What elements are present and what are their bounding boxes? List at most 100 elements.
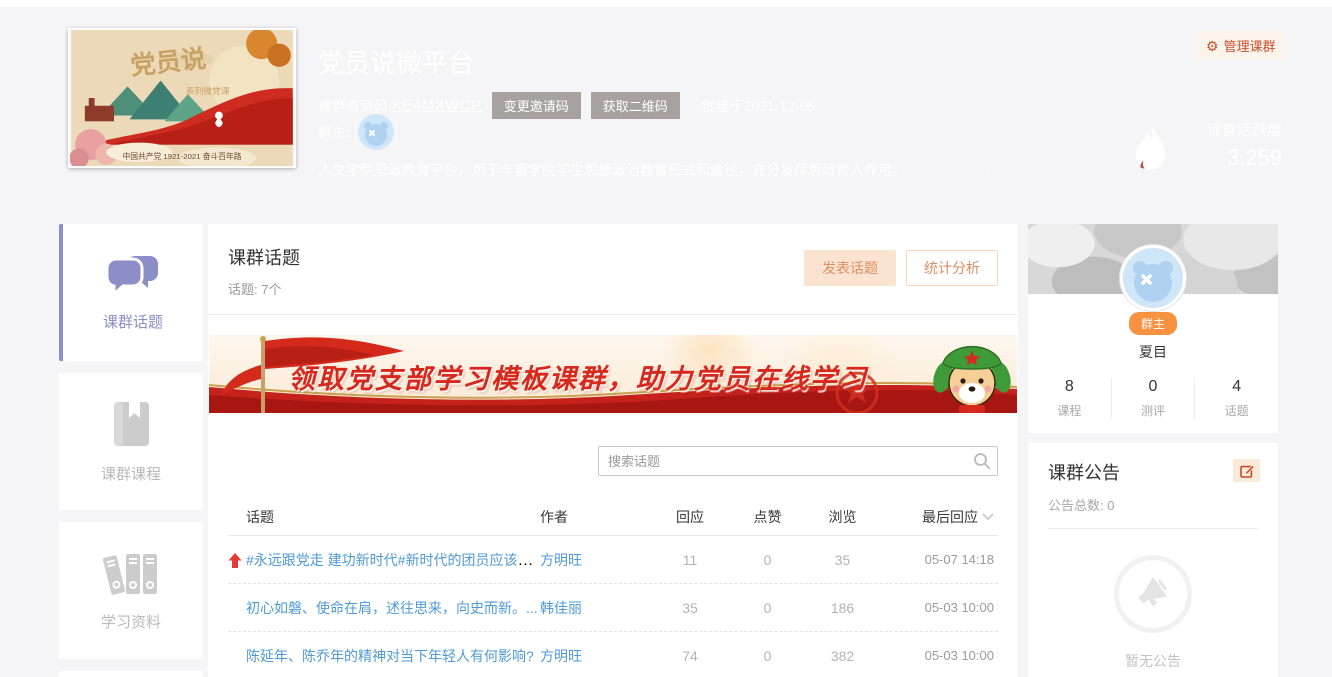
chat-bubbles-icon <box>105 253 161 297</box>
invite-code-label: 课群邀请码: <box>318 96 392 116</box>
book-icon <box>105 399 157 449</box>
owner-row: 群主: <box>318 114 394 150</box>
manage-group-label: 管理课群 <box>1224 36 1276 55</box>
topic-author[interactable]: 方明旺 <box>540 550 650 570</box>
topic-last-reply: 05-07 14:18 <box>880 552 998 567</box>
col-author: 作者 <box>540 507 650 527</box>
topic-replies: 35 <box>650 600 730 616</box>
col-likes: 点赞 <box>730 507 805 527</box>
announcements-title: 课群公告 <box>1048 459 1258 485</box>
change-invite-code-button[interactable]: 变更邀请码 <box>492 92 581 119</box>
binders-icon <box>102 549 160 597</box>
bear-avatar-icon <box>1123 248 1183 308</box>
cover-image: 党员说 系列微党课 中国共产党 1921-2021 奋斗百年路 <box>68 28 296 168</box>
topic-replies: 74 <box>650 648 730 664</box>
stats-analysis-button[interactable]: 统计分析 <box>906 250 998 286</box>
col-replies: 回应 <box>650 507 730 527</box>
activity-text: 课群活跃度 3,259 <box>1182 119 1282 171</box>
group-header: 党员说 系列微党课 中国共产党 1921-2021 奋斗百年路 党员说微平台 课… <box>0 7 1332 203</box>
topic-author[interactable]: 方明旺 <box>540 646 650 666</box>
topic-replies: 11 <box>650 552 730 568</box>
owner-name: 夏目 <box>1028 342 1278 362</box>
manage-group-button[interactable]: ⚙ 管理课群 <box>1196 31 1286 60</box>
sidebar-item-label: 学习资料 <box>101 611 161 632</box>
topic-last-reply: 05-03 10:00 <box>880 600 998 615</box>
search-box <box>598 446 998 476</box>
sidebar-item-label: 课群课程 <box>101 463 161 484</box>
get-qr-code-button[interactable]: 获取二维码 <box>591 92 680 119</box>
owner-avatar[interactable] <box>358 114 394 150</box>
edit-announcement-button[interactable] <box>1233 459 1260 482</box>
announcements-empty-state: 暂无公告 <box>1048 555 1258 671</box>
table-row: 初心如磐、使命在肩，述往思来，向史而新。... 韩佳丽 35 0 186 05-… <box>228 584 998 632</box>
search-icon[interactable] <box>973 452 991 470</box>
owner-badge: 群主 <box>1129 312 1177 335</box>
svg-text:系列微党课: 系列微党课 <box>186 85 230 96</box>
topic-views: 35 <box>805 552 880 568</box>
topic-likes: 0 <box>730 552 805 568</box>
sidebar: 课群话题 课群课程 <box>59 224 203 677</box>
table-header: 话题 作者 回应 点赞 浏览 最后回应 <box>228 498 998 536</box>
announcement-count: 公告总数: 0 <box>1048 495 1258 529</box>
topic-link[interactable]: #永远跟党走 建功新时代#新时代的团员应该有... <box>246 552 540 569</box>
topic-last-reply: 05-03 10:00 <box>880 648 998 663</box>
topic-title-cell: 陈延年、陈乔年的精神对当下年轻人有何影响? <box>228 646 540 666</box>
col-last-reply[interactable]: 最后回应 <box>880 507 998 527</box>
sort-chevron-icon[interactable] <box>982 513 994 521</box>
topic-title-cell: #永远跟党走 建功新时代#新时代的团员应该有... <box>228 550 540 570</box>
bear-avatar-icon <box>358 114 394 150</box>
search-row <box>228 446 998 476</box>
topic-link[interactable]: 陈延年、陈乔年的精神对当下年轻人有何影响? <box>246 648 534 664</box>
mascot-icon <box>929 337 1015 413</box>
flame-icon <box>1130 123 1172 175</box>
profile-avatar[interactable] <box>1120 245 1186 311</box>
group-description: 人文学院思政教育平台，用于丰富学院学生思想政治教育形式和途径，充分发挥思政育人作… <box>318 160 978 180</box>
topic-views: 382 <box>805 648 880 664</box>
empty-announcement-text: 暂无公告 <box>1048 651 1258 671</box>
header-divider <box>987 33 988 173</box>
topics-panel: 课群话题 话题: 7个 发表话题 统计分析 <box>208 224 1018 677</box>
edit-pencil-icon <box>1239 463 1255 479</box>
stat-assessments[interactable]: 0 测评 <box>1111 378 1195 419</box>
topics-actions: 发表话题 统计分析 <box>804 250 998 286</box>
activity-value: 3,259 <box>1182 145 1282 171</box>
sidebar-item-partial <box>59 671 203 677</box>
publish-topic-button[interactable]: 发表话题 <box>804 250 896 286</box>
svg-text:中国共产党 1921-2021 奋斗百年路: 中国共产党 1921-2021 奋斗百年路 <box>122 151 241 161</box>
owner-profile-card: 群主 夏目 8 课程 0 测评 4 话题 <box>1028 224 1278 433</box>
sidebar-item-label: 课群话题 <box>103 311 163 332</box>
topics-table: 话题 作者 回应 点赞 浏览 最后回应 #永远跟党走 建功新时代#新时代的团员应… <box>228 498 998 677</box>
sidebar-item-courses[interactable]: 课群课程 <box>59 373 203 510</box>
sidebar-item-topics[interactable]: 课群话题 <box>59 224 203 361</box>
topic-likes: 0 <box>730 600 805 616</box>
group-title: 党员说微平台 <box>318 43 474 80</box>
cover-art-illustration: 党员说 系列微党课 中国共产党 1921-2021 奋斗百年路 <box>70 30 294 166</box>
content: 课群话题 课群课程 <box>0 203 1332 677</box>
table-row: #永远跟党走 建功新时代#新时代的团员应该有... 方明旺 11 0 35 05… <box>228 536 998 584</box>
topics-header: 课群话题 话题: 7个 发表话题 统计分析 <box>208 224 1018 315</box>
announcements-card: 课群公告 公告总数: 0 <box>1028 443 1278 677</box>
page: 党员说 系列微党课 中国共产党 1921-2021 奋斗百年路 党员说微平台 课… <box>0 0 1332 677</box>
stat-topics[interactable]: 4 话题 <box>1194 378 1278 419</box>
right-column: 群主 夏目 8 课程 0 测评 4 话题 <box>1028 224 1278 677</box>
megaphone-circle <box>1114 555 1192 633</box>
pinned-top-icon <box>228 553 242 568</box>
sidebar-item-materials[interactable]: 学习资料 <box>59 522 203 659</box>
megaphone-icon <box>1131 572 1175 616</box>
activity-label: 课群活跃度 <box>1182 119 1282 140</box>
stat-courses[interactable]: 8 课程 <box>1028 378 1111 419</box>
owner-label: 群主: <box>318 122 350 142</box>
topic-title-cell: 初心如磐、使命在肩，述往思来，向史而新。... <box>228 598 540 618</box>
table-row: 陈延年、陈乔年的精神对当下年轻人有何影响? 方明旺 74 0 382 05-03… <box>228 632 998 677</box>
topic-author[interactable]: 韩佳丽 <box>540 598 650 618</box>
col-topic: 话题 <box>228 507 540 527</box>
topic-likes: 0 <box>730 648 805 664</box>
topic-link[interactable]: 初心如磐、使命在肩，述往思来，向史而新。... <box>246 600 538 616</box>
created-date: 创建于2021-12-05 <box>702 96 816 116</box>
promo-banner[interactable]: 领取党支部学习模板课群，助力党员在线学习 <box>209 335 1017 413</box>
profile-stats: 8 课程 0 测评 4 话题 <box>1028 378 1278 419</box>
invite-code-link[interactable]: KE4MXWCP <box>392 97 482 114</box>
search-input[interactable] <box>598 446 998 476</box>
banner-text: 领取党支部学习模板课群，助力党员在线学习 <box>209 357 947 396</box>
col-views: 浏览 <box>805 507 880 527</box>
